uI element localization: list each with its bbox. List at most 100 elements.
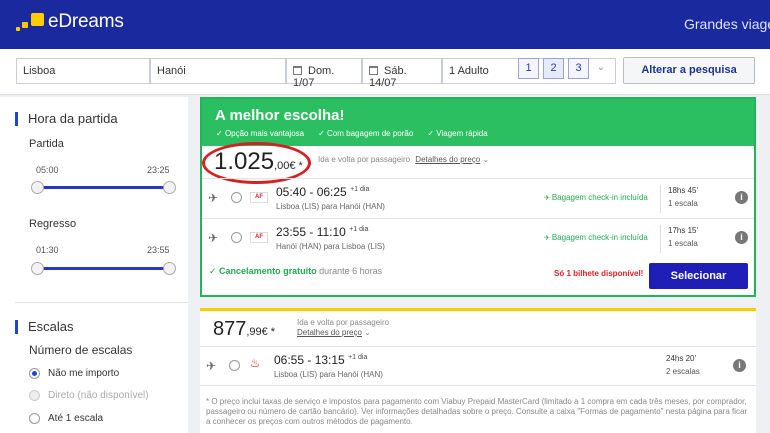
depart-date-field[interactable]: Dom. 1/07 <box>286 58 362 89</box>
price-footnote: * O preço inclui taxas de serviço e impo… <box>206 397 748 426</box>
plane-landing-icon: ✈ <box>208 231 219 245</box>
airline-logo: AF <box>250 232 268 243</box>
radio-unselected[interactable] <box>29 413 40 424</box>
divider <box>660 185 661 213</box>
plane-takeoff-icon: ✈ <box>206 359 217 373</box>
flight-leg-outbound[interactable]: ✈ ♨ 06:55 - 13:15 +1 dia Lisboa (LIS) pa… <box>200 346 756 386</box>
leg-duration: 18hs 45' <box>668 186 698 195</box>
day-offset: +1 dia <box>350 186 370 193</box>
per-passenger-text: Ida e volta por passageiro <box>318 155 411 164</box>
price-details-link[interactable]: Detalhes do preço <box>415 155 480 164</box>
stop-option-label: Direto (não disponível) <box>48 390 149 401</box>
stops-subtitle: Número de escalas <box>29 343 133 357</box>
chevron-down-icon[interactable]: ⌄ <box>482 155 489 164</box>
price-note: Ida e volta por passageiro Detalhes do p… <box>318 155 489 164</box>
outbound-min-time: 05:00 <box>36 165 59 175</box>
info-icon[interactable]: i <box>733 359 746 372</box>
result-price: 877 ,99€ * <box>213 318 275 341</box>
availability-warning: Só 1 bilhete disponível! <box>554 269 644 278</box>
leg-stops: 1 escala <box>668 199 698 208</box>
free-cancellation-label: Cancelamento gratuito <box>219 266 317 276</box>
leg-duration: 24hs 20' <box>666 354 696 363</box>
leg-times-value: 23:55 - 11:10 <box>276 225 346 239</box>
leg-times: 06:55 - 13:15 +1 dia <box>274 353 367 367</box>
chevron-down-icon[interactable]: ⌄ <box>592 58 610 79</box>
leg-times-value: 06:55 - 13:15 <box>274 353 345 367</box>
leg-route: Lisboa (LIS) para Hanói (HAN) <box>276 202 385 211</box>
destination-field[interactable]: Hanói <box>150 58 286 84</box>
leg-times: 05:40 - 06:25 +1 dia <box>276 185 369 199</box>
outbound-time-slider[interactable] <box>37 186 169 189</box>
plane-takeoff-icon: ✈ <box>208 191 219 205</box>
pax-option-1[interactable]: 1 <box>518 58 539 79</box>
feature-item: Com bagagem de porão <box>318 129 413 138</box>
update-search-button[interactable]: Alterar a pesquisa <box>623 57 755 84</box>
stop-option-one[interactable]: Até 1 escala <box>29 413 103 424</box>
outbound-max-time: 23:25 <box>147 165 170 175</box>
best-choice-title: A melhor escolha! <box>215 107 345 124</box>
brand-name: eDreams <box>48 11 124 32</box>
best-choice-header: A melhor escolha! Opção mais vantajosa C… <box>202 99 754 146</box>
edreams-logo[interactable]: eDreams <box>16 11 124 33</box>
chevron-down-icon[interactable]: ⌄ <box>364 328 371 337</box>
radio-disabled <box>29 390 40 401</box>
price-note: Ida e volta por passageiro Detalhes do p… <box>297 318 389 338</box>
leg-radio[interactable] <box>231 192 242 203</box>
price-decimal: ,99€ <box>246 326 268 338</box>
leg-duration: 17hs 15' <box>668 226 698 235</box>
return-date-field[interactable]: Sáb. 14/07 <box>362 58 442 89</box>
price-details-link[interactable]: Detalhes do preço <box>297 328 362 337</box>
leg-stops: 1 escala <box>668 239 698 248</box>
per-passenger-text: Ida e volta por passageiro <box>297 318 390 327</box>
airline-logo: AF <box>250 192 268 203</box>
free-cancellation-note: durante 6 horas <box>319 266 383 276</box>
return-min-handle[interactable] <box>31 262 44 275</box>
outbound-max-handle[interactable] <box>163 181 176 194</box>
outbound-label: Partida <box>29 138 64 150</box>
airline-logo-icon: ♨ <box>249 356 261 370</box>
info-icon[interactable]: i <box>735 231 748 244</box>
baggage-included: Bagagem check-in incluída <box>544 193 648 202</box>
return-max-time: 23:55 <box>147 245 170 255</box>
baggage-included: Bagagem check-in incluída <box>544 233 648 242</box>
passengers-value: 1 Adulto <box>449 65 489 77</box>
stop-option-any[interactable]: Não me importo <box>29 368 119 379</box>
best-choice-card: A melhor escolha! Opção mais vantajosa C… <box>200 97 756 297</box>
divider <box>660 225 661 253</box>
pax-option-2[interactable]: 2 <box>543 58 564 79</box>
calendar-icon <box>293 66 302 75</box>
flight-leg-return[interactable]: ✈ AF 23:55 - 11:10 +1 dia Hanói (HAN) pa… <box>202 218 754 258</box>
info-icon[interactable]: i <box>735 191 748 204</box>
pax-option-3[interactable]: 3 <box>568 58 589 79</box>
feature-item: Opção mais vantajosa <box>216 129 304 138</box>
logo-mark-icon <box>16 11 44 33</box>
return-max-handle[interactable] <box>163 262 176 275</box>
select-button[interactable]: Selecionar <box>649 263 748 289</box>
price-main: 877 <box>213 318 247 340</box>
stop-option-direct: Direto (não disponível) <box>29 390 149 401</box>
origin-field[interactable]: Lisboa <box>16 58 150 84</box>
divider <box>15 302 188 303</box>
search-bar: Lisboa Hanói Dom. 1/07 Sáb. 14/07 1 Adul… <box>0 49 770 95</box>
best-choice-features: Opção mais vantajosa Com bagagem de porã… <box>216 129 488 138</box>
result-card: 877 ,99€ * Ida e volta por passageiro De… <box>200 308 756 433</box>
calendar-icon <box>369 66 378 75</box>
feature-item: Viagem rápida <box>427 129 487 138</box>
leg-route: Hanói (HAN) para Lisboa (LIS) <box>276 242 385 251</box>
stop-option-label: Até 1 escala <box>48 413 104 424</box>
day-offset: +1 dia <box>348 354 368 361</box>
radio-selected[interactable] <box>29 368 40 379</box>
leg-radio[interactable] <box>229 360 240 371</box>
leg-route: Lisboa (LIS) para Hanói (HAN) <box>274 370 383 379</box>
leg-stops: 2 escalas <box>666 367 700 376</box>
flight-leg-outbound[interactable]: ✈ AF 05:40 - 06:25 +1 dia Lisboa (LIS) p… <box>202 178 754 218</box>
return-time-slider[interactable] <box>37 267 169 270</box>
outbound-min-handle[interactable] <box>31 181 44 194</box>
stop-option-label: Não me importo <box>48 368 120 379</box>
day-offset: +1 dia <box>349 226 369 233</box>
leg-radio[interactable] <box>231 232 242 243</box>
stops-title: Escalas <box>15 319 74 334</box>
nav-link-grandes-viagens[interactable]: Grandes viagens <box>684 16 770 32</box>
filters-sidebar: Hora da partida Partida 05:00 23:25 Regr… <box>0 97 188 433</box>
leg-times-value: 05:40 - 06:25 <box>276 185 347 199</box>
